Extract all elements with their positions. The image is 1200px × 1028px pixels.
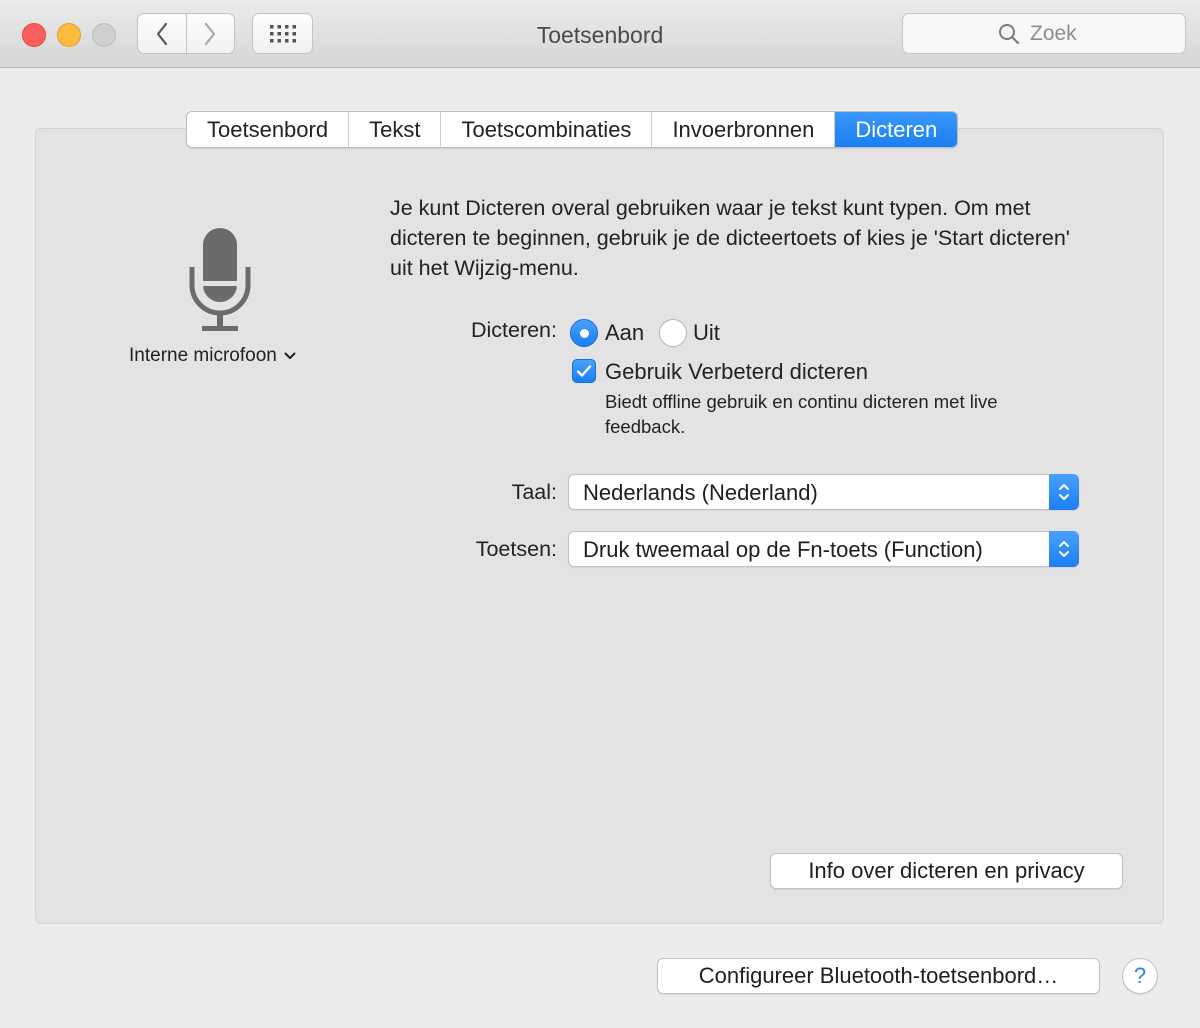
- microphone-icon: [189, 228, 251, 331]
- dictation-off-label[interactable]: Uit: [693, 320, 720, 346]
- help-button[interactable]: ?: [1122, 958, 1158, 994]
- dictation-label: Dicteren:: [470, 318, 557, 342]
- tab-toetscombinaties[interactable]: Toetscombinaties: [440, 112, 651, 147]
- microphone-illustration: [120, 225, 320, 340]
- forward-button[interactable]: [185, 14, 235, 53]
- grid-icon: [269, 24, 296, 42]
- up-down-arrows-icon: [1059, 541, 1069, 557]
- checkmark-icon: [576, 365, 592, 377]
- preferences-window: Toetsenbord Toetsenbord Tekst Toetscombi…: [0, 0, 1200, 1028]
- navigation-buttons: [137, 13, 235, 54]
- magnifier-icon: [999, 23, 1020, 44]
- shortcut-value: Druk tweemaal op de Fn-toets (Function): [583, 537, 983, 562]
- zoom-button: [92, 23, 116, 47]
- enhanced-dictation-checkbox[interactable]: [572, 359, 596, 383]
- tab-invoerbronnen[interactable]: Invoerbronnen: [651, 112, 834, 147]
- close-button[interactable]: [22, 23, 46, 47]
- dictation-intro: Je kunt Dicteren overal gebruiken waar j…: [390, 196, 1070, 280]
- language-value: Nederlands (Nederland): [583, 480, 818, 505]
- back-button[interactable]: [138, 14, 186, 53]
- tab-tekst[interactable]: Tekst: [348, 112, 440, 147]
- configure-bluetooth-keyboard-button[interactable]: Configureer Bluetooth-toetsenbord…: [657, 958, 1100, 994]
- search-input[interactable]: [1030, 21, 1090, 46]
- window-title: Toetsenbord: [536, 22, 664, 48]
- language-label: Taal:: [511, 480, 557, 504]
- show-all-button[interactable]: [252, 13, 313, 54]
- dictation-on-label[interactable]: Aan: [605, 320, 644, 346]
- microphone-source-popup[interactable]: Interne microfoon: [129, 345, 296, 367]
- dictation-on-radio[interactable]: [570, 319, 598, 347]
- dictation-off-radio[interactable]: [659, 319, 687, 347]
- tab-toetsenbord[interactable]: Toetsenbord: [187, 112, 348, 147]
- chevron-right-icon: [205, 22, 216, 45]
- minimize-button[interactable]: [57, 23, 81, 47]
- shortcut-select[interactable]: Druk tweemaal op de Fn-toets (Function): [568, 531, 1079, 567]
- microphone-source-label: Interne microfoon: [129, 345, 277, 366]
- language-select[interactable]: Nederlands (Nederland): [568, 474, 1079, 510]
- shortcut-stepper[interactable]: [1049, 531, 1079, 567]
- privacy-info-button[interactable]: Info over dicteren en privacy: [770, 853, 1123, 889]
- tab-dicteren[interactable]: Dicteren: [834, 112, 958, 147]
- chevron-left-icon: [156, 22, 167, 45]
- up-down-arrows-icon: [1059, 484, 1069, 500]
- shortcut-label: Toetsen:: [475, 537, 557, 561]
- tab-bar: Toetsenbord Tekst Toetscombinaties Invoe…: [186, 111, 959, 148]
- enhanced-dictation-hint: Biedt offline gebruik en continu dictere…: [605, 391, 998, 437]
- search-field[interactable]: [902, 13, 1186, 54]
- chevron-down-icon: [284, 352, 296, 359]
- language-stepper[interactable]: [1049, 474, 1079, 510]
- enhanced-dictation-label[interactable]: Gebruik Verbeterd dicteren: [605, 359, 868, 385]
- title-bar: Toetsenbord: [0, 0, 1200, 68]
